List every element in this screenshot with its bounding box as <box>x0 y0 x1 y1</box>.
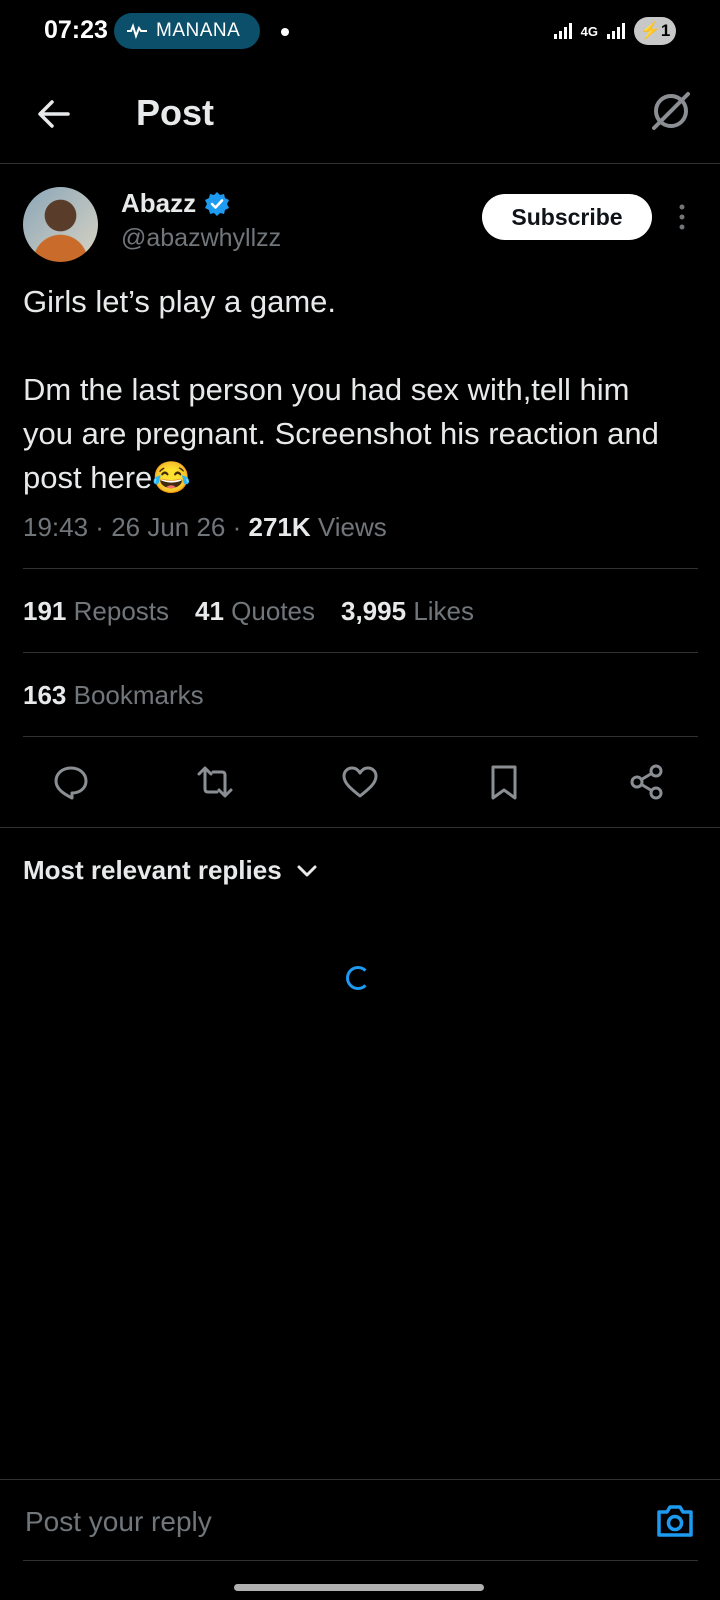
status-bar: 07:23 MANANA 4G ⚡ 1 <box>0 0 720 64</box>
call-pill[interactable]: MANANA <box>114 13 260 49</box>
action-bar <box>0 740 720 828</box>
battery-icon: ⚡ 1 <box>634 17 676 45</box>
replies-sort-label: Most relevant replies <box>23 855 282 885</box>
post-date: 26 Jun 26 <box>111 512 226 542</box>
reply-bar <box>0 1479 720 1561</box>
top-bar: Post <box>0 64 720 164</box>
loading-spinner-icon <box>346 966 370 990</box>
reply-underline <box>23 1560 698 1561</box>
audio-wave-icon <box>127 23 147 39</box>
notification-dot <box>281 28 289 36</box>
repost-button[interactable] <box>195 762 235 802</box>
reply-button[interactable] <box>51 762 91 802</box>
post-text: Girls let’s play a game. Dm the last per… <box>23 284 659 495</box>
divider <box>23 652 698 653</box>
charging-bolt-icon: ⚡ <box>639 21 661 40</box>
quotes-stat[interactable]: 41 Quotes <box>195 596 315 627</box>
bookmarks-label: Bookmarks <box>73 680 204 710</box>
camera-icon <box>657 1505 693 1537</box>
bookmarks-count: 163 <box>23 680 67 710</box>
signal-icon <box>553 23 572 39</box>
call-pill-label: MANANA <box>156 20 241 41</box>
bookmarks-stat[interactable]: 163 Bookmarks <box>23 680 204 711</box>
camera-button[interactable] <box>654 1500 696 1542</box>
views-label: Views <box>317 512 387 542</box>
quotes-label: Quotes <box>231 596 315 626</box>
author-handle[interactable]: @abazwhyllzz <box>121 224 281 253</box>
more-options-button[interactable] <box>670 202 694 232</box>
share-icon <box>630 764 663 800</box>
reposts-count: 191 <box>23 596 67 626</box>
views-count: 271K <box>248 512 311 542</box>
replies-sort-dropdown[interactable]: Most relevant replies <box>23 855 318 886</box>
reposts-label: Reposts <box>73 596 170 626</box>
stats-row: 191 Reposts 41 Quotes 3,995 Likes <box>23 596 474 627</box>
verified-badge-icon <box>205 191 230 216</box>
grok-icon <box>652 92 690 130</box>
post-meta: 19:43 · 26 Jun 26 · 271K Views <box>23 512 387 542</box>
repost-icon <box>197 766 233 798</box>
avatar[interactable] <box>23 187 98 262</box>
status-time: 07:23 <box>44 16 108 44</box>
bookmark-button[interactable] <box>484 762 524 802</box>
subscribe-button[interactable]: Subscribe <box>482 194 652 240</box>
author-name-row[interactable]: Abazz <box>121 188 230 219</box>
heart-icon <box>342 766 378 798</box>
like-button[interactable] <box>340 762 380 802</box>
reply-input[interactable] <box>23 1498 607 1546</box>
grok-button[interactable] <box>648 88 694 134</box>
likes-count: 3,995 <box>341 596 407 626</box>
divider <box>23 736 698 737</box>
more-vertical-icon <box>679 204 685 230</box>
share-button[interactable] <box>627 762 667 802</box>
back-button[interactable] <box>32 92 76 136</box>
chevron-down-icon <box>297 865 317 876</box>
status-icons: 4G ⚡ 1 <box>553 17 676 45</box>
home-indicator[interactable] <box>234 1584 484 1591</box>
likes-stat[interactable]: 3,995 Likes <box>341 596 474 627</box>
page-title: Post <box>136 92 215 133</box>
quotes-count: 41 <box>195 596 224 626</box>
reposts-stat[interactable]: 191 Reposts <box>23 596 169 627</box>
battery-level: 1 <box>660 21 671 40</box>
post-time: 19:43 <box>23 512 89 542</box>
divider <box>23 568 698 569</box>
comment-icon <box>54 766 88 800</box>
bookmark-icon <box>491 765 517 800</box>
likes-label: Likes <box>413 596 475 626</box>
arrow-left-icon <box>38 100 70 128</box>
author-name: Abazz <box>121 188 197 218</box>
network-type: 4G <box>580 23 598 39</box>
signal-icon-2 <box>607 23 625 39</box>
